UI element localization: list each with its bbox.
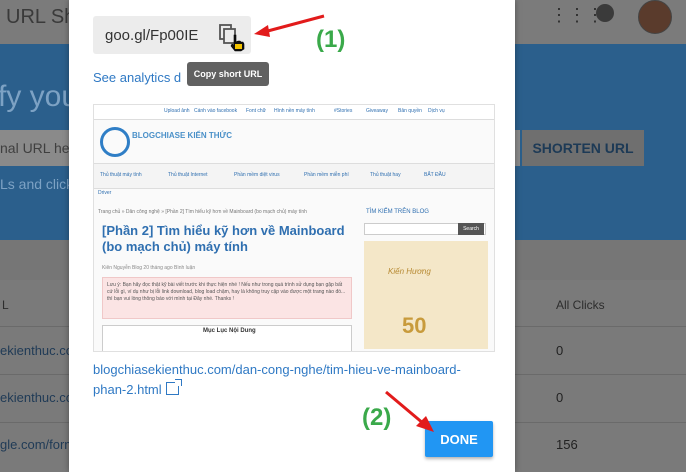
- preview-nav-item: Phần mềm miễn phí: [304, 172, 349, 178]
- preview-top-link: Giveaway: [366, 108, 388, 114]
- preview-top-link: Font chữ: [246, 108, 267, 114]
- preview-toc-box: Mục Lục Nội Dung: [102, 325, 352, 351]
- preview-sidebar-title: TÌM KIẾM TRÊN BLOG: [366, 209, 429, 215]
- preview-note-text: Lưu ý: Bạn hãy đọc thật kỹ bài viết trướ…: [107, 282, 346, 302]
- preview-nav-item: Phần mềm diệt virus: [234, 172, 280, 178]
- preview-nav-item: BẮT ĐẦU: [424, 172, 446, 178]
- shorten-url-button[interactable]: SHORTEN URL: [522, 130, 644, 166]
- preview-nav-item: Driver: [98, 190, 112, 196]
- notifications-icon[interactable]: [596, 4, 614, 22]
- preview-search-button: Search: [458, 223, 484, 235]
- short-url-text[interactable]: goo.gl/Fp00IE: [105, 27, 198, 44]
- preview-ad-text: Kiến Hương: [388, 267, 431, 276]
- preview-ad-banner: Kiến Hương 50: [364, 241, 488, 349]
- annotation-step-2: (2): [362, 404, 392, 431]
- preview-top-link: Cánh vào facebook: [194, 108, 238, 114]
- avatar[interactable]: [638, 0, 672, 34]
- preview-logo-icon: [100, 127, 130, 157]
- table-header-url: L: [2, 298, 9, 312]
- preview-top-link: Dịch vụ: [428, 108, 445, 114]
- open-in-new-icon[interactable]: [165, 379, 182, 395]
- table-row-clicks: 0: [556, 390, 564, 405]
- see-analytics-link[interactable]: See analytics d: [93, 70, 181, 85]
- table-row-url[interactable]: gle.com/form: [0, 437, 75, 452]
- preview-nav-bar: Thủ thuật máy tính Thủ thuật Internet Ph…: [94, 163, 494, 189]
- page-preview-thumbnail: Upload ảnh Cánh vào facebook Font chữ Hì…: [93, 104, 495, 352]
- preview-top-bar: Upload ảnh Cánh vào facebook Font chữ Hì…: [94, 105, 494, 120]
- preview-top-link: #Stories: [334, 108, 353, 114]
- preview-nav-item: Thủ thuật máy tính: [100, 172, 142, 178]
- hand-cursor-icon: [229, 34, 245, 52]
- preview-breadcrumb: Trang chủ » Dân công nghệ » [Phần 2] Tìm…: [98, 209, 307, 215]
- preview-article-title: [Phần 2] Tìm hiểu kỹ hơn về Mainboard (b…: [102, 223, 345, 254]
- preview-top-link: Hình nền máy tính: [274, 108, 315, 114]
- preview-top-link: Upload ảnh: [164, 108, 190, 114]
- table-row-url[interactable]: ekienthuc.co: [0, 390, 73, 405]
- hero-subtext: Ls and click: [0, 176, 74, 192]
- preview-nav-item: Thủ thuật Internet: [168, 172, 208, 178]
- short-url-dialog: goo.gl/Fp00IE Copy short URL See analyti…: [69, 0, 515, 472]
- annotation-step-1: (1): [316, 26, 346, 53]
- preview-ad-number: 50: [402, 313, 427, 338]
- table-row-clicks: 0: [556, 343, 564, 358]
- preview-note-box: Lưu ý: Bạn hãy đọc thật kỹ bài viết trướ…: [102, 277, 352, 319]
- table-row-url[interactable]: ekienthuc.co: [0, 343, 73, 358]
- preview-nav-item: Thủ thuật hay: [370, 172, 401, 178]
- preview-article-meta: Kiên Nguyễn Blog 20 tháng ago Bình luận: [102, 265, 196, 271]
- copy-tooltip: Copy short URL: [187, 62, 269, 86]
- preview-logo-text: BLOGCHIASE KIẾN THỨC: [132, 131, 232, 140]
- table-header-clicks: All Clicks: [556, 298, 605, 312]
- preview-top-link: Bản quyền: [398, 108, 422, 114]
- hero-text: fy you: [0, 80, 79, 113]
- preview-toc-title: Mục Lục Nội Dung: [203, 328, 256, 334]
- table-row-clicks: 156: [556, 437, 578, 452]
